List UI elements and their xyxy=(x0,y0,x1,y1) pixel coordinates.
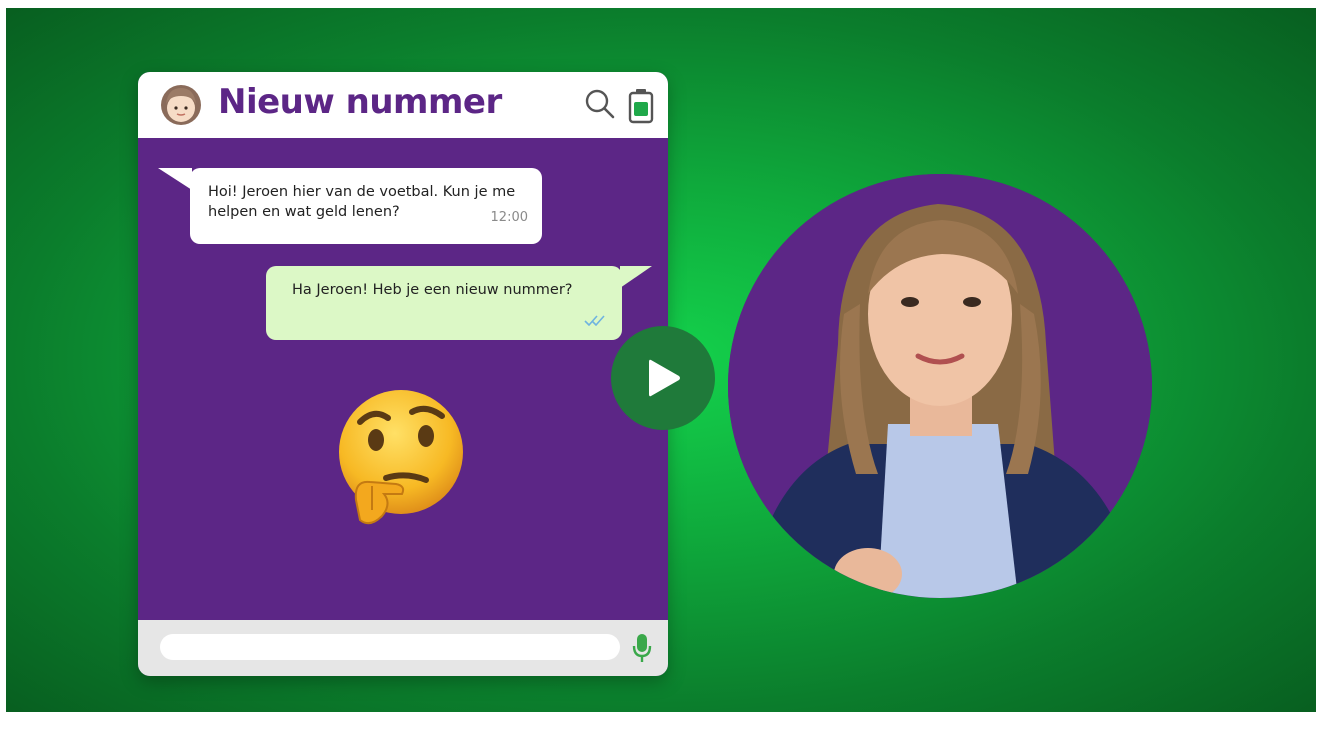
chat-window: Nieuw nummer Hoi! Jeroen hier van de voe… xyxy=(138,72,668,676)
avatar xyxy=(161,85,201,125)
search-icon[interactable] xyxy=(584,88,616,120)
presenter-portrait xyxy=(728,174,1152,598)
message-text: Hoi! Jeroen hier van de voetbal. Kun je … xyxy=(208,184,516,220)
thinking-face-emoji xyxy=(339,390,463,525)
play-icon xyxy=(649,359,680,397)
bubble-tail xyxy=(158,168,192,190)
chat-footer xyxy=(138,620,668,676)
outgoing-message: Ha Jeroen! Heb je een nieuw nummer? xyxy=(266,266,652,340)
incoming-message: Hoi! Jeroen hier van de voetbal. Kun je … xyxy=(158,168,542,244)
chat-header: Nieuw nummer xyxy=(138,72,668,138)
chat-title: Nieuw nummer xyxy=(218,82,502,122)
battery-icon[interactable] xyxy=(628,88,654,124)
message-text: Ha Jeroen! Heb je een nieuw nummer? xyxy=(292,282,573,298)
microphone-icon[interactable] xyxy=(632,632,652,664)
message-time: 12:00 xyxy=(490,210,528,225)
read-ticks-icon xyxy=(584,315,605,326)
presenter-image xyxy=(728,174,1152,598)
bubble-tail xyxy=(620,266,652,288)
play-button[interactable] xyxy=(611,326,715,430)
video-player[interactable]: Nieuw nummer Hoi! Jeroen hier van de voe… xyxy=(6,8,1316,712)
message-input[interactable] xyxy=(160,634,620,660)
